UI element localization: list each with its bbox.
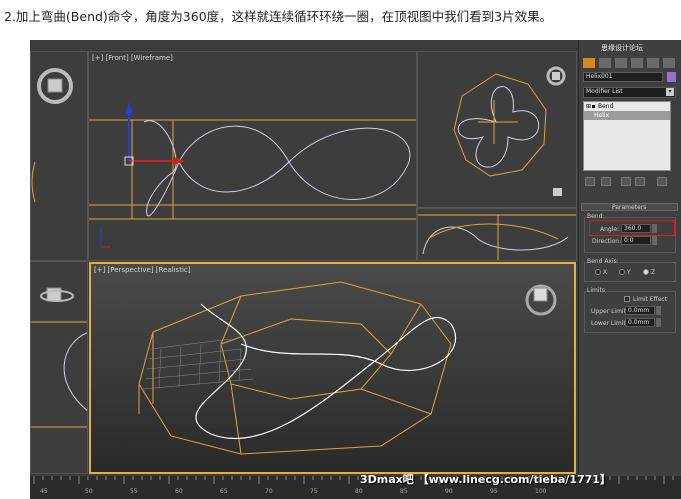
direction-spinner[interactable] (652, 236, 657, 245)
stack-item-bend-label: Bend (598, 103, 614, 110)
limits-group-label: Limits (587, 287, 605, 294)
viewport-left[interactable] (417, 208, 577, 261)
lower-limit-input[interactable]: 0.0mm (625, 318, 655, 327)
object-color-swatch[interactable] (667, 72, 676, 82)
object-name-field[interactable]: Helix001 (583, 72, 663, 82)
upper-limit-label: Upper Limit: (591, 308, 628, 315)
bulb-icon[interactable] (592, 105, 595, 108)
ruler-tick-label: 80 (355, 488, 363, 495)
lower-limit-spinner[interactable] (656, 318, 661, 327)
upper-limit-input[interactable]: 0.0mm (625, 306, 655, 315)
upper-limit-spinner[interactable] (656, 306, 661, 315)
stack-item-helix-label: Helix (594, 112, 610, 119)
make-unique-icon[interactable] (621, 177, 631, 186)
ruler-tick-label: 90 (445, 488, 453, 495)
bend-axis-group-label: Bend Axis: (587, 258, 619, 265)
direction-label: Direction: (592, 238, 622, 245)
site-watermark: 3Dmax吧 【www.linecg.com/tieba/1771】 (360, 473, 611, 486)
ruler-tick-label: 100 (535, 488, 547, 495)
ruler-tick-label: 50 (85, 488, 93, 495)
modify-tab-icon[interactable] (599, 58, 611, 68)
viewport-top[interactable] (417, 51, 577, 208)
limit-effect-checkbox[interactable] (624, 296, 630, 302)
left-wireframe (418, 214, 576, 260)
axis-y-radio[interactable] (619, 269, 625, 275)
utilities-tab-icon[interactable] (663, 58, 675, 68)
viewcube-small (553, 188, 562, 196)
axis-z-radio[interactable] (643, 269, 649, 275)
modifier-list-label: Modifier List (586, 88, 623, 95)
stack-item-bend[interactable]: ⊞ Bend (584, 102, 670, 111)
ruler-tick-label: 70 (265, 488, 273, 495)
chevron-down-icon: ▾ (666, 88, 674, 96)
ruler-tick-label: 55 (130, 488, 138, 495)
viewport-perspective[interactable]: [+] [Perspective] [Realistic] (89, 262, 576, 474)
command-panel: 思缘设计论坛 Helix001 Modifier List ▾ ⊞ Bend H… (578, 40, 681, 476)
caption-text: 2.加上弯曲(Bend)命令，角度为360度，这样就连续循环环绕一圈，在顶视图中… (4, 9, 553, 24)
ruler-tick-label: 45 (40, 488, 48, 495)
viewport-left-strip[interactable] (30, 51, 88, 261)
viewcube-front-left[interactable] (31, 52, 88, 261)
viewcube-perspective (525, 284, 557, 316)
axis-y-label: Y (627, 269, 631, 276)
lower-left-wireframe (31, 287, 87, 428)
hierarchy-tab-icon[interactable] (615, 58, 627, 68)
modifier-stack: ⊞ Bend Helix (583, 101, 671, 171)
lower-limit-label: Lower Limit: (591, 320, 628, 327)
brand-watermark: 思缘设计论坛 (601, 44, 643, 52)
ruler-tick-label: 65 (220, 488, 228, 495)
remove-modifier-icon[interactable] (635, 177, 645, 186)
limit-effect-label: Limit Effect (633, 296, 668, 303)
viewport-lower-left[interactable] (30, 261, 88, 474)
motion-tab-icon[interactable] (631, 58, 643, 68)
configure-modifier-sets-icon[interactable] (657, 177, 667, 186)
max-window: [+] [Front] [Wireframe] [+] [Perspective… (30, 40, 681, 499)
stack-item-helix[interactable]: Helix (584, 111, 670, 120)
ruler-tick-label: 95 (490, 488, 498, 495)
create-tab-icon[interactable] (583, 58, 595, 68)
expand-icon[interactable]: ⊞ (586, 102, 591, 111)
viewport-front[interactable]: [+] [Front] [Wireframe] (88, 51, 417, 261)
perspective-scene (138, 281, 557, 455)
ruler-tick-label: 60 (175, 488, 183, 495)
direction-input[interactable]: 0.0 (621, 236, 651, 245)
pin-stack-icon[interactable] (585, 177, 595, 186)
display-tab-icon[interactable] (647, 58, 659, 68)
top-wireframe (453, 66, 566, 196)
parameters-title: Parameters (612, 204, 647, 211)
ruler-tick-label: 85 (400, 488, 408, 495)
axis-z-label: Z (651, 269, 656, 276)
ruler-tick-label: 75 (310, 488, 318, 495)
front-wireframe (89, 102, 416, 248)
bend-group-label: Bend: (587, 213, 605, 220)
modifier-list-dropdown[interactable]: Modifier List ▾ (583, 87, 676, 98)
axis-x-label: X (603, 269, 608, 276)
parameters-rollout-header[interactable]: Parameters (581, 203, 678, 211)
show-end-result-icon[interactable] (601, 177, 611, 186)
highlight-box (589, 220, 675, 236)
axis-x-radio[interactable] (595, 269, 601, 275)
